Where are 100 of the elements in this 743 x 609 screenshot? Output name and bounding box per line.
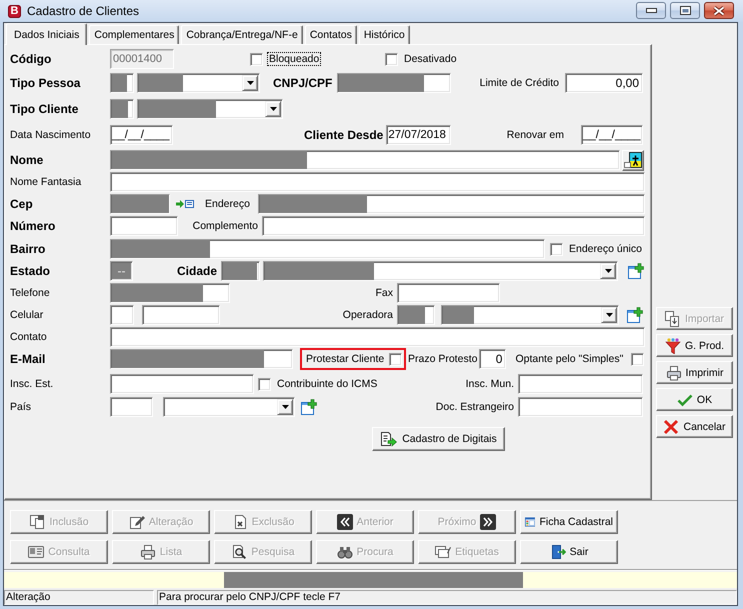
- district-field[interactable]: [110, 239, 545, 259]
- contact-field[interactable]: [110, 327, 645, 347]
- window-plus-icon[interactable]: [627, 307, 643, 323]
- tab[interactable]: Contatos: [304, 25, 357, 44]
- close-button[interactable]: [704, 2, 734, 19]
- dropdown-button[interactable]: [600, 263, 616, 279]
- tab[interactable]: Histórico: [358, 25, 410, 44]
- tab[interactable]: Dados Iniciais: [6, 23, 88, 45]
- name-field[interactable]: [110, 150, 620, 170]
- check-icon: [676, 392, 693, 408]
- field-label: Tipo Cliente: [10, 102, 80, 116]
- credit-limit-field[interactable]: 0,00: [565, 73, 643, 93]
- address-field[interactable]: [258, 194, 645, 214]
- double-chevron-right-icon: [480, 514, 496, 530]
- client-type-combo[interactable]: [137, 99, 283, 119]
- funnel-icon: [664, 338, 681, 354]
- field-label: Cep: [10, 197, 34, 211]
- client-since-field[interactable]: 27/07/2018: [386, 125, 452, 145]
- binoculars-icon: [336, 544, 353, 560]
- area-code-field[interactable]: [110, 305, 134, 325]
- dropdown-button[interactable]: [265, 101, 281, 117]
- field-label: Celular: [10, 309, 44, 321]
- field-label: Contato: [10, 331, 48, 343]
- product-group-button[interactable]: G. Prod.: [656, 334, 733, 357]
- tab[interactable]: Cobrança/Entrega/NF-e: [181, 25, 303, 44]
- window-plus-icon[interactable]: [301, 399, 317, 415]
- field-label: Insc. Mun.: [466, 378, 514, 390]
- carrier-code-field[interactable]: [397, 305, 435, 325]
- mobile-field[interactable]: [142, 305, 220, 325]
- app-logo: B: [8, 4, 21, 18]
- country-combo[interactable]: [163, 397, 295, 417]
- field-label: Renovar em: [506, 129, 564, 141]
- birth-date-field[interactable]: __/__/____: [110, 125, 173, 145]
- phone-field[interactable]: [110, 283, 230, 303]
- tab[interactable]: Complementares: [89, 25, 180, 44]
- checkbox[interactable]: [389, 352, 402, 366]
- maximize-button[interactable]: [670, 2, 700, 19]
- field-label: Código: [10, 52, 52, 66]
- cancel-button[interactable]: Cancelar: [656, 415, 733, 438]
- field-label: Estado: [10, 264, 52, 278]
- documents-icon: [29, 514, 46, 530]
- municipal-registration-field[interactable]: [518, 374, 643, 394]
- protest-days-field[interactable]: 0: [479, 349, 506, 369]
- field-label: Data Nascimento: [10, 129, 92, 141]
- minimize-button[interactable]: [636, 2, 666, 19]
- city-combo[interactable]: [263, 261, 618, 281]
- double-chevron-left-icon: [336, 514, 353, 530]
- checkbox-label: Protestar Cliente: [306, 353, 384, 365]
- lookup-button[interactable]: [622, 150, 644, 170]
- dropdown-button[interactable]: [277, 399, 293, 415]
- arrow-card-icon[interactable]: [176, 199, 194, 209]
- stacked-windows-icon: [435, 544, 452, 560]
- checkbox-label: Bloqueado: [268, 53, 320, 65]
- caret-down-icon: [246, 81, 254, 85]
- search-icon: [231, 544, 248, 560]
- documents-arrow-icon: [664, 310, 681, 326]
- fingerprint-register-button[interactable]: Cadastro de Digitais: [372, 427, 505, 451]
- record-sheet-button[interactable]: Ficha Cadastral: [520, 510, 618, 534]
- checkbox[interactable]: [631, 352, 644, 366]
- status-panel: Para procurar pelo CNPJ/CPF tecle F7: [157, 590, 737, 605]
- ok-button[interactable]: OK: [656, 388, 733, 411]
- field-label: Nome: [10, 153, 44, 167]
- field-label: Número: [10, 219, 56, 233]
- fax-field[interactable]: [397, 283, 500, 303]
- field-label: Cliente Desde: [304, 128, 384, 142]
- exit-button[interactable]: Sair: [520, 540, 618, 564]
- cross-icon: [663, 418, 680, 434]
- pencil-paper-icon: [128, 514, 145, 530]
- field-label: E-Mail: [10, 352, 46, 366]
- carrier-combo[interactable]: [441, 305, 619, 325]
- field-label: Prazo Protesto: [408, 353, 478, 365]
- caret-down-icon: [270, 107, 276, 111]
- checkbox[interactable]: [258, 378, 271, 390]
- checkbox-label: Desativado: [403, 53, 458, 65]
- checkbox[interactable]: [550, 242, 563, 256]
- trade-name-field[interactable]: [110, 172, 645, 192]
- person-type-combo[interactable]: [137, 73, 260, 93]
- state-registration-field[interactable]: [110, 374, 254, 394]
- field-label: Tipo Pessoa: [10, 76, 82, 90]
- printer-icon: [666, 364, 682, 380]
- field-label: Bairro: [10, 242, 46, 256]
- foreign-document-field[interactable]: [518, 397, 643, 417]
- checkbox[interactable]: [385, 52, 398, 66]
- print-button[interactable]: Imprimir: [656, 361, 733, 384]
- client-type-code-field[interactable]: [110, 99, 134, 119]
- field-label: Telefone: [10, 287, 51, 299]
- field-label: Cidade: [177, 264, 218, 278]
- printer-icon: [140, 544, 156, 560]
- person-type-code-field[interactable]: [110, 73, 134, 93]
- dropdown-button[interactable]: [601, 307, 617, 323]
- email-field[interactable]: [110, 349, 293, 369]
- checkbox[interactable]: [250, 52, 263, 66]
- number-field[interactable]: [110, 216, 178, 236]
- window-plus-icon[interactable]: [628, 263, 644, 279]
- complement-field[interactable]: [262, 216, 645, 236]
- cnpj-cpf-field[interactable]: [337, 73, 452, 93]
- dropdown-button[interactable]: [242, 75, 258, 91]
- renewal-date-field[interactable]: __/__/____: [581, 125, 643, 145]
- country-code-field[interactable]: [110, 397, 153, 417]
- caret-down-icon: [606, 313, 612, 317]
